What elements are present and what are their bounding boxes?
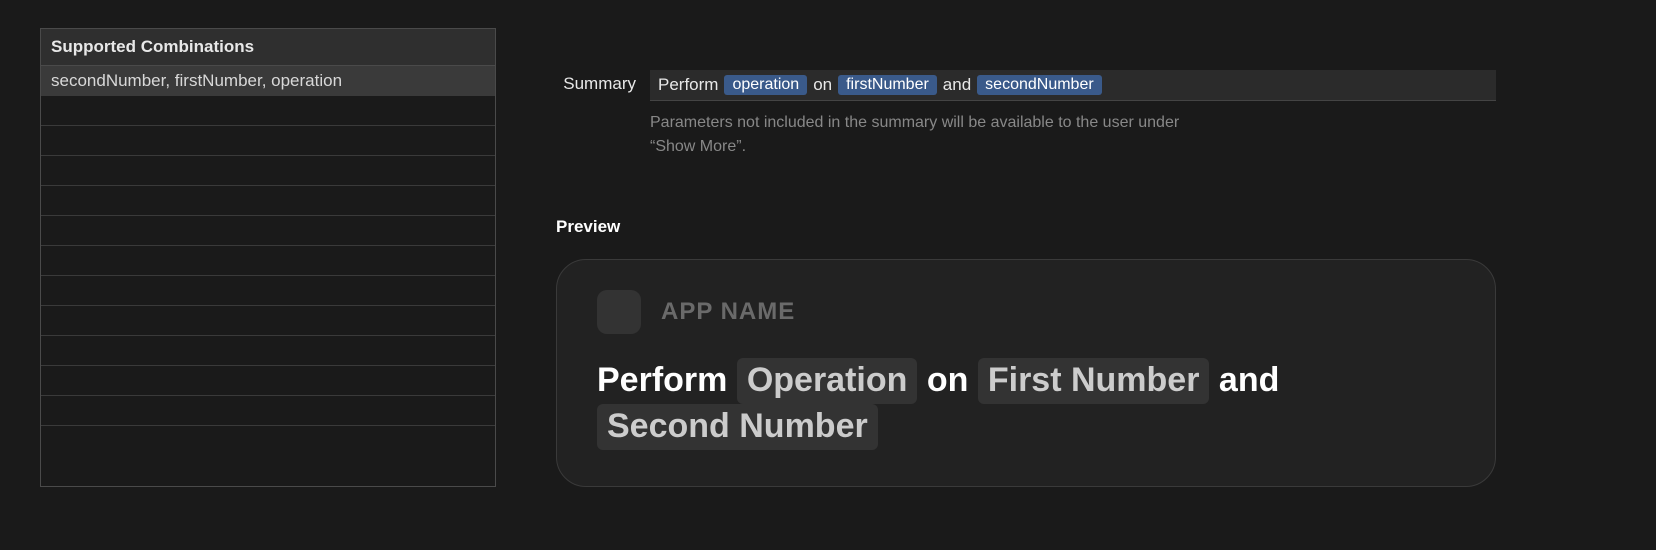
table-row[interactable] — [41, 246, 495, 276]
preview-text-part: Perform — [597, 361, 727, 399]
table-row[interactable] — [41, 396, 495, 426]
summary-token-operation[interactable]: operation — [724, 75, 807, 95]
table-row[interactable] — [41, 156, 495, 186]
preview-summary-text: Perform Operation on First Number and Se… — [597, 358, 1455, 450]
preview-label: Preview — [556, 217, 1496, 237]
preview-param-operation: Operation — [737, 358, 918, 404]
table-row[interactable] — [41, 366, 495, 396]
summary-text: and — [943, 75, 971, 95]
table-row[interactable] — [41, 306, 495, 336]
table-row[interactable] — [41, 126, 495, 156]
summary-text: on — [813, 75, 832, 95]
table-row[interactable] — [41, 186, 495, 216]
table-row[interactable]: secondNumber, firstNumber, operation — [41, 66, 495, 96]
preview-card: APP NAME Perform Operation on First Numb… — [556, 259, 1496, 487]
summary-token-firstnumber[interactable]: firstNumber — [838, 75, 937, 95]
app-icon — [597, 290, 641, 334]
table-row[interactable] — [41, 276, 495, 306]
table-row[interactable] — [41, 96, 495, 126]
table-header: Supported Combinations — [41, 29, 495, 66]
preview-text-part: on — [927, 361, 969, 399]
summary-help-text: Parameters not included in the summary w… — [650, 111, 1210, 159]
app-name-label: APP NAME — [661, 298, 795, 326]
supported-combinations-table[interactable]: Supported Combinations secondNumber, fir… — [40, 28, 496, 487]
preview-text-part: and — [1219, 361, 1279, 399]
summary-text: Perform — [658, 75, 718, 95]
summary-label: Summary — [556, 70, 636, 94]
table-row[interactable] — [41, 216, 495, 246]
summary-field[interactable]: Perform operation on firstNumber and sec… — [650, 70, 1496, 101]
preview-param-secondnumber: Second Number — [597, 404, 878, 450]
preview-param-firstnumber: First Number — [978, 358, 1210, 404]
table-row[interactable] — [41, 426, 495, 456]
summary-token-secondnumber[interactable]: secondNumber — [977, 75, 1102, 95]
table-row[interactable] — [41, 336, 495, 366]
